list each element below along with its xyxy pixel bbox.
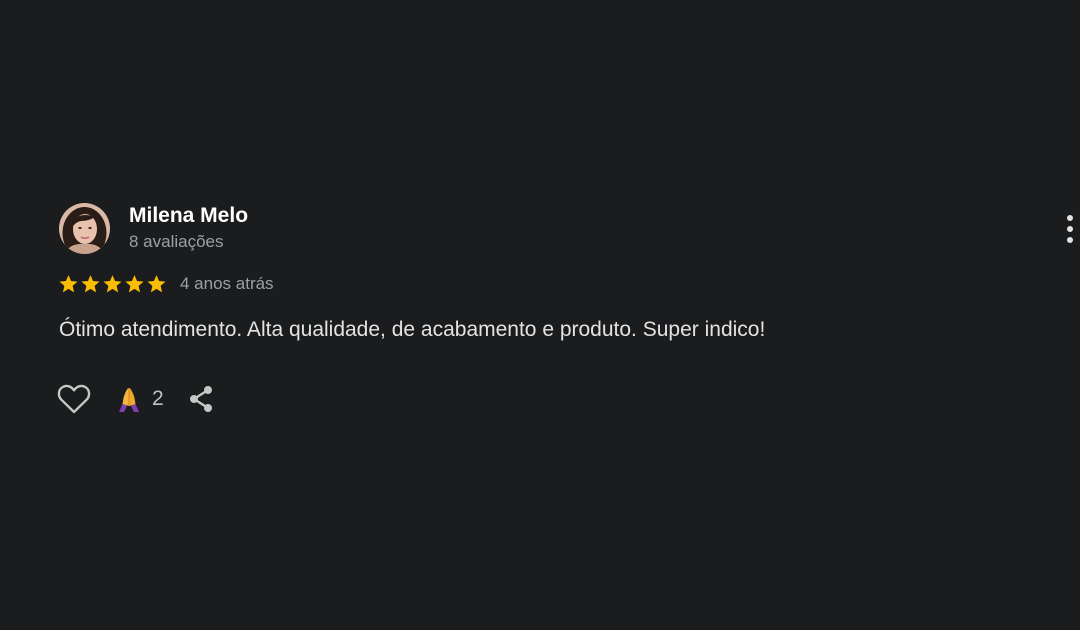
heart-outline-icon — [57, 384, 91, 414]
vertical-dots-icon — [1067, 215, 1073, 243]
review-text: Ótimo atendimento. Alta qualidade, de ac… — [59, 318, 766, 341]
more-options-button[interactable] — [1058, 212, 1080, 246]
share-button[interactable] — [186, 384, 216, 414]
star-icon — [103, 275, 122, 293]
star-icon — [125, 275, 144, 293]
reaction-button[interactable]: 2 — [116, 384, 164, 414]
star-icon — [147, 275, 166, 293]
folded-hands-emoji-icon — [119, 388, 139, 412]
author-review-count[interactable]: 8 avaliações — [129, 232, 224, 252]
star-rating — [58, 273, 167, 295]
reaction-count: 2 — [152, 387, 164, 410]
share-icon — [190, 386, 212, 412]
author-name[interactable]: Milena Melo — [129, 204, 248, 228]
like-button[interactable] — [56, 382, 92, 416]
review-card: Milena Melo 8 avaliações 4 anos atrás Ót… — [0, 0, 1080, 630]
avatar[interactable] — [59, 203, 110, 254]
star-icon — [81, 275, 100, 293]
review-time: 4 anos atrás — [180, 274, 274, 293]
star-icon — [59, 275, 78, 293]
